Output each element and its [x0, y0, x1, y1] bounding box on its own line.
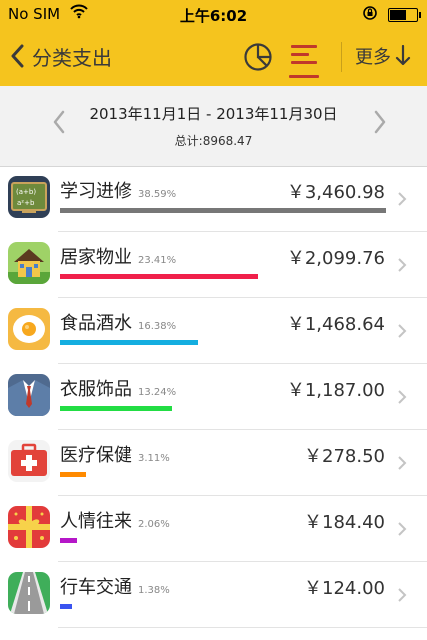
category-bar [60, 538, 77, 543]
category-row[interactable]: 人情往来 2.06% ￥184.40 [0, 496, 427, 562]
chevron-right-icon [398, 390, 407, 404]
category-bar [60, 208, 386, 213]
chevron-left-icon [11, 44, 24, 68]
category-bar [60, 340, 198, 345]
category-row[interactable]: 衣服饰品 13.24% ￥1,187.00 [0, 364, 427, 430]
more-button[interactable]: 更多 [355, 43, 411, 71]
category-row[interactable]: 居家物业 23.41% ￥2,099.76 [0, 232, 427, 298]
battery-icon [388, 8, 421, 22]
rotation-lock-icon [362, 5, 378, 25]
chevron-right-icon [398, 324, 407, 338]
more-label: 更多 [355, 47, 391, 68]
category-bar [60, 274, 258, 279]
category-bar [60, 604, 72, 609]
category-name: 衣服饰品 [60, 379, 132, 400]
category-bar [60, 472, 86, 477]
category-amount: ￥3,460.98 [286, 182, 385, 203]
category-name: 食品酒水 [60, 313, 132, 334]
category-percent: 1.38% [138, 585, 170, 596]
category-amount: ￥1,187.00 [286, 380, 385, 401]
chevron-right-icon [398, 258, 407, 272]
chalkboard-icon: (a+b) a²+b [8, 176, 50, 218]
total-amount: 总计:8968.47 [174, 134, 253, 148]
chevron-right-icon [398, 456, 407, 470]
svg-text:(a+b): (a+b) [16, 188, 36, 196]
status-bar: No SIM 上午6:02 [0, 0, 427, 28]
fried-egg-icon [8, 308, 50, 350]
category-row[interactable]: 医疗保健 3.11% ￥278.50 [0, 430, 427, 496]
date-range-header: 2013年11月1日 - 2013年11月30日 总计:8968.47 [0, 86, 427, 167]
category-row[interactable]: 食品酒水 16.38% ￥1,468.64 [0, 298, 427, 364]
category-amount: ￥2,099.76 [286, 248, 385, 269]
house-icon [8, 242, 50, 284]
category-percent: 16.38% [138, 321, 177, 332]
chevron-right-icon [398, 522, 407, 536]
page-title: 分类支出 [32, 46, 112, 70]
list-view-button[interactable] [289, 38, 319, 78]
category-amount: ￥278.50 [304, 446, 385, 467]
arrow-down-icon [395, 45, 411, 66]
category-amount: ￥1,468.64 [286, 314, 385, 335]
first-aid-kit-icon [8, 440, 50, 482]
pie-chart-icon [244, 43, 272, 71]
svg-text:a²+b: a²+b [17, 199, 35, 207]
category-percent: 38.59% [138, 189, 177, 200]
category-percent: 13.24% [138, 387, 177, 398]
road-icon [8, 572, 50, 614]
category-name: 行车交通 [60, 577, 132, 598]
category-amount: ￥124.00 [304, 578, 385, 599]
category-percent: 3.11% [138, 453, 170, 464]
row-divider [58, 627, 427, 628]
suit-icon [8, 374, 50, 416]
chevron-right-icon [374, 110, 386, 134]
category-amount: ￥184.40 [304, 512, 385, 533]
category-bar [60, 406, 172, 411]
chevron-right-icon [398, 192, 407, 206]
category-row[interactable]: 行车交通 1.38% ￥124.00 [0, 562, 427, 628]
category-name: 人情往来 [60, 511, 132, 532]
category-percent: 23.41% [138, 255, 177, 266]
chevron-right-icon [398, 588, 407, 602]
date-range: 2013年11月1日 - 2013年11月30日 [89, 105, 338, 123]
category-name: 学习进修 [60, 181, 132, 202]
nav-divider [341, 42, 342, 72]
next-period-button[interactable] [373, 110, 387, 138]
category-row[interactable]: (a+b) a²+b 学习进修 38.59% ￥3,460.98 [0, 166, 427, 232]
nav-bar: 分类支出 更多 [0, 28, 427, 86]
category-name: 居家物业 [60, 247, 132, 268]
category-name: 医疗保健 [60, 445, 132, 466]
category-percent: 2.06% [138, 519, 170, 530]
pie-chart-view-button[interactable] [243, 42, 273, 72]
gift-icon [8, 506, 50, 548]
